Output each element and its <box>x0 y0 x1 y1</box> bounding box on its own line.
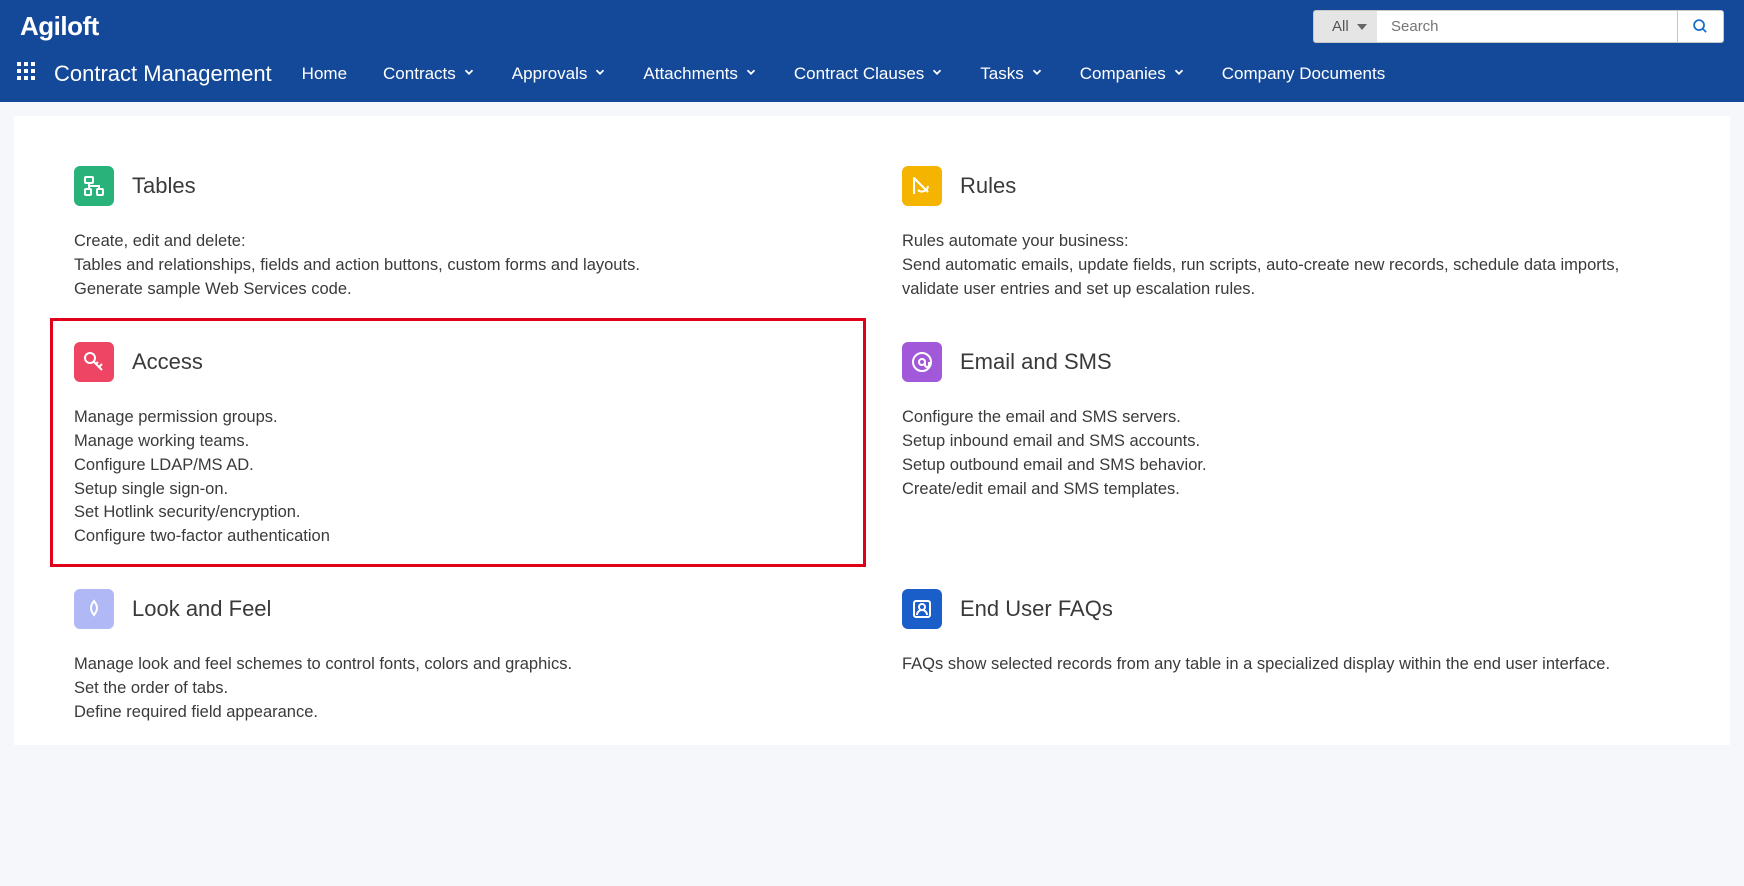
card-body: Manage look and feel schemes to control … <box>74 653 842 725</box>
card-access[interactable]: Access Manage permission groups. Manage … <box>50 318 866 568</box>
tables-icon <box>74 166 114 206</box>
nav-section-title: Contract Management <box>46 61 302 87</box>
card-email-sms[interactable]: Email and SMS Configure the email and SM… <box>902 342 1670 550</box>
nav-item-attachments[interactable]: Attachments <box>643 64 758 84</box>
card-look-and-feel[interactable]: Look and Feel Manage look and feel schem… <box>74 589 842 725</box>
search-button[interactable] <box>1677 10 1724 43</box>
chevron-down-icon <box>744 64 758 84</box>
card-body: Manage permission groups. Manage working… <box>74 406 842 550</box>
header-top: Agiloft All <box>0 0 1744 49</box>
navbar: Contract Management Home Contracts Appro… <box>0 49 1744 102</box>
apps-icon[interactable] <box>12 57 46 90</box>
access-icon <box>74 342 114 382</box>
card-end-user-faqs[interactable]: End User FAQs FAQs show selected records… <box>902 589 1670 725</box>
card-tables[interactable]: Tables Create, edit and delete: Tables a… <box>74 166 842 302</box>
look-feel-icon <box>74 589 114 629</box>
faq-icon <box>902 589 942 629</box>
content-grid: Tables Create, edit and delete: Tables a… <box>14 116 1730 745</box>
logo: Agiloft <box>20 11 99 42</box>
chevron-down-icon <box>1172 64 1186 84</box>
search-container: All <box>1313 10 1724 43</box>
chevron-down-icon <box>593 64 607 84</box>
card-title: Look and Feel <box>132 596 271 622</box>
nav-item-approvals[interactable]: Approvals <box>512 64 608 84</box>
card-rules[interactable]: Rules Rules automate your business: Send… <box>902 166 1670 302</box>
nav-item-contract-clauses[interactable]: Contract Clauses <box>794 64 944 84</box>
rules-icon <box>902 166 942 206</box>
card-title: End User FAQs <box>960 596 1113 622</box>
nav-item-home[interactable]: Home <box>302 64 347 84</box>
chevron-down-icon <box>1030 64 1044 84</box>
card-body: FAQs show selected records from any tabl… <box>902 653 1670 677</box>
card-body: Create, edit and delete: Tables and rela… <box>74 230 842 302</box>
nav-item-company-documents[interactable]: Company Documents <box>1222 64 1385 84</box>
chevron-down-icon <box>930 64 944 84</box>
chevron-down-icon <box>462 64 476 84</box>
nav-item-companies[interactable]: Companies <box>1080 64 1186 84</box>
card-title: Rules <box>960 173 1016 199</box>
search-input[interactable] <box>1377 10 1677 43</box>
search-filter-select[interactable]: All <box>1313 10 1377 43</box>
nav-item-tasks[interactable]: Tasks <box>980 64 1043 84</box>
card-title: Email and SMS <box>960 349 1112 375</box>
nav-items: Home Contracts Approvals Attachments Con… <box>302 64 1732 84</box>
header: Agiloft All Contract Management Home Con… <box>0 0 1744 102</box>
email-icon <box>902 342 942 382</box>
card-title: Tables <box>132 173 196 199</box>
card-body: Configure the email and SMS servers. Set… <box>902 406 1670 502</box>
card-body: Rules automate your business: Send autom… <box>902 230 1670 302</box>
card-title: Access <box>132 349 203 375</box>
search-icon <box>1692 18 1709 35</box>
nav-item-contracts[interactable]: Contracts <box>383 64 476 84</box>
